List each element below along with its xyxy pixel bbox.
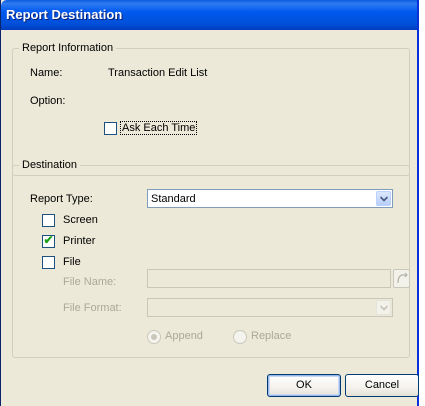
file-name-label: File Name:: [63, 276, 117, 288]
check-icon: ✔: [43, 233, 54, 247]
printer-label[interactable]: Printer: [63, 235, 95, 247]
report-information-legend: Report Information: [22, 42, 114, 54]
replace-label[interactable]: Replace: [251, 330, 291, 342]
report-type-select[interactable]: Standard: [147, 189, 393, 208]
dialog-body: Report Information Name: Transaction Edi…: [2, 30, 419, 406]
chevron-down-icon[interactable]: [376, 191, 391, 206]
screen-checkbox[interactable]: [42, 214, 55, 227]
option-label: Option:: [30, 95, 66, 107]
report-information-group: Report Information: [12, 42, 410, 176]
destination-legend: Destination: [22, 159, 78, 171]
append-label[interactable]: Append: [165, 330, 203, 342]
folder-browse-icon: [397, 272, 408, 284]
name-label: Name:: [30, 67, 63, 79]
window-title: Report Destination: [6, 7, 123, 22]
chevron-down-icon[interactable]: [376, 300, 391, 315]
browse-button[interactable]: [393, 269, 410, 288]
ask-each-time-checkbox[interactable]: [104, 122, 117, 135]
title-bar[interactable]: Report Destination: [1, 0, 417, 30]
report-name-value: Transaction Edit List: [108, 67, 208, 79]
file-name-input[interactable]: [147, 269, 391, 288]
replace-radio[interactable]: [233, 330, 247, 344]
report-type-value: Standard: [151, 193, 196, 205]
ok-button[interactable]: OK: [267, 374, 341, 397]
cancel-button[interactable]: Cancel: [345, 374, 419, 397]
append-radio[interactable]: [147, 330, 161, 344]
file-format-label: File Format:: [63, 302, 122, 314]
file-checkbox[interactable]: [42, 256, 55, 269]
ask-each-time-label[interactable]: Ask Each Time: [120, 121, 198, 135]
file-label[interactable]: File: [63, 256, 81, 268]
radio-selected-dot: [151, 334, 157, 340]
printer-checkbox[interactable]: ✔: [42, 233, 55, 248]
report-destination-dialog: Report Destination Report Information Na…: [0, 0, 419, 406]
screen-label[interactable]: Screen: [63, 214, 98, 226]
report-type-label: Report Type:: [30, 193, 93, 205]
file-format-select[interactable]: [147, 298, 393, 317]
